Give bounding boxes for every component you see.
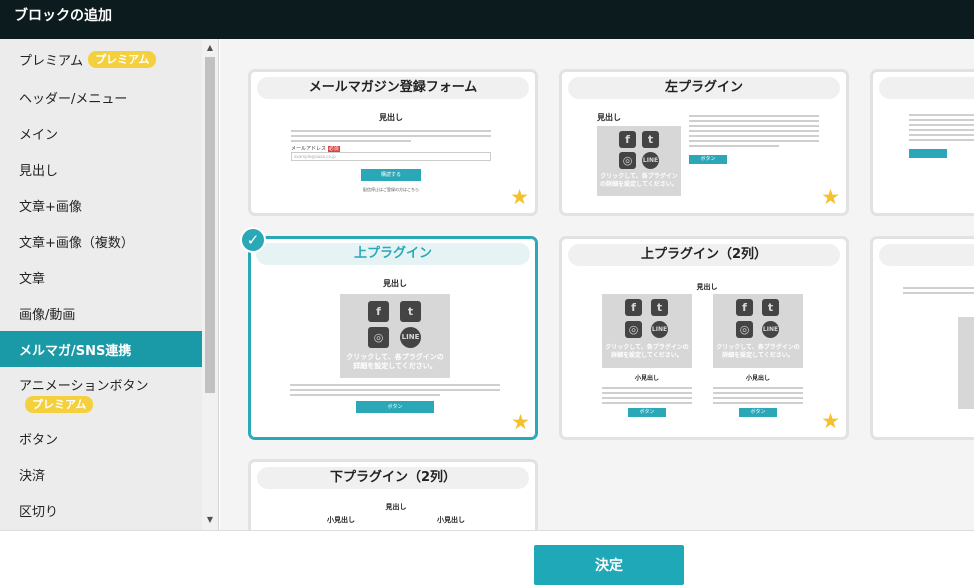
dialog-footer: 決定 [0, 530, 974, 587]
card-title: 上プラグイン [256, 243, 530, 265]
sidebar-item-button[interactable]: ボタン [0, 420, 202, 456]
preview-button: ボタン [689, 155, 727, 164]
instagram-icon: ◎ [619, 152, 636, 169]
sns-caption: クリックして、各プラグインの詳細を設定してください。 [716, 344, 800, 359]
card-preview: 見出し メールアドレス 必須 example@aaaa.co.jp 購読する 配… [291, 112, 491, 193]
sns-caption: クリックして、各プラグインの詳細を設定してください。 [605, 344, 689, 359]
twitter-icon: t [651, 299, 668, 316]
sidebar-item-mailmag-sns[interactable]: メルマガ/SNS連携 [0, 331, 202, 367]
block-card-bottom-plugin-2col[interactable]: 下プラグイン（2列） 見出し 小見出し 小見出し [248, 459, 538, 530]
sns-plugin-box: f t ◎ LINE クリックして、各プラグインの詳細を設定してください。 [602, 294, 692, 368]
facebook-icon: f [736, 299, 753, 316]
preview-subheading: 小見出し [634, 375, 659, 382]
sns-plugin-box: f t ◎ LINE クリックして、各プラグインの詳細を設定してください。 [340, 294, 450, 378]
email-field: example@aaaa.co.jp [291, 152, 491, 161]
block-card-top-plugin-2col[interactable]: 上プラグイン（2列） 見出し f t ◎ LINE クリックして、各プラグインの… [559, 236, 849, 440]
submit-button[interactable]: 決定 [534, 545, 684, 585]
block-card-mail-form[interactable]: メールマガジン登録フォーム 見出し メールアドレス 必須 example@aaa… [248, 69, 538, 216]
sidebar-item-text-image[interactable]: 文章+画像 [0, 187, 202, 223]
twitter-icon: t [762, 299, 779, 316]
star-icon: ★ [511, 410, 530, 434]
facebook-icon: f [625, 299, 642, 316]
preview-button: ボタン [739, 408, 777, 417]
line-icon: LINE [642, 152, 659, 169]
facebook-icon: f [368, 301, 389, 322]
scroll-up-icon[interactable]: ▲ [202, 41, 218, 55]
sidebar-scrollbar[interactable]: ▲ ▼ [202, 39, 218, 530]
sidebar-item-image-video[interactable]: 画像/動画 [0, 295, 202, 331]
preview-heading: 見出し [379, 113, 403, 122]
line-icon: LINE [651, 321, 668, 338]
card-preview: 見出し 小見出し 小見出し [281, 502, 511, 524]
preview-subheading: 小見出し [437, 516, 465, 524]
block-card-top-plugin[interactable]: 上プラグイン 見出し f t ◎ LINE クリックして、各プラグインの詳細を設… [248, 236, 538, 440]
sidebar-item-heading[interactable]: 見出し [0, 151, 202, 187]
card-title: 上プラグイン（2列） [568, 244, 840, 266]
facebook-icon: f [619, 131, 636, 148]
unsubscribe-note: 配信停止はご登録の方はこちら [363, 187, 419, 192]
sns-caption: クリックして、各プラグインの詳細を設定してください。 [346, 353, 444, 370]
instagram-icon: ◎ [625, 321, 642, 338]
subscribe-button: 購読する [361, 169, 421, 181]
card-title: メールマガジン登録フォーム [257, 77, 529, 99]
twitter-icon: t [400, 301, 421, 322]
sidebar-item-header-menu[interactable]: ヘッダー/メニュー [0, 79, 202, 115]
block-gallery: メールマガジン登録フォーム 見出し メールアドレス 必須 example@aaa… [220, 39, 974, 530]
card-title: 下プラグイン（2列） [257, 467, 529, 489]
card-title: 左プラグイン [568, 77, 840, 99]
preview-subheading: 小見出し [327, 516, 355, 524]
preview-button: ボタン [356, 401, 434, 413]
block-card-left-plugin[interactable]: 左プラグイン 見出し f t ◎ LINE クリックして、各プラグインの詳細を設… [559, 69, 849, 216]
star-icon: ★ [510, 185, 529, 209]
card-preview: 見出し f t ◎ LINE クリックして、各プラグインの詳細を設定してください… [592, 282, 822, 432]
dialog-title: ブロックの追加 [0, 0, 974, 39]
preview-heading: 見出し [383, 279, 407, 288]
line-icon: LINE [762, 321, 779, 338]
preview-subheading: 小見出し [745, 375, 770, 382]
premium-badge: プレミアム [88, 50, 157, 68]
sidebar-item-text-image-multi[interactable]: 文章+画像（複数） [0, 223, 202, 259]
sidebar-item-text[interactable]: 文章 [0, 259, 202, 295]
required-badge: 必須 [327, 146, 340, 152]
sidebar-item-main[interactable]: メイン [0, 115, 202, 151]
sns-caption: クリックして、各プラグインの詳細を設定してください。 [600, 173, 678, 188]
premium-badge: プレミアム [25, 395, 94, 413]
sns-plugin-box: f t ◎ LINE クリックして、各プラグインの詳細を設定してください。 [597, 126, 681, 196]
sidebar-item-divider[interactable]: 区切り [0, 492, 202, 528]
card-preview: 見出し f t ◎ LINE クリックして、各プラグインの詳細を設定してください… [280, 278, 510, 428]
sidebar-item-payment[interactable]: 決済 [0, 456, 202, 492]
scroll-thumb[interactable] [205, 57, 215, 393]
sidebar-item-premium[interactable]: プレミアム プレミアム [0, 39, 202, 79]
instagram-icon: ◎ [368, 327, 389, 348]
category-sidebar: プレミアム プレミアム ヘッダー/メニュー メイン 見出し 文章+画像 文章+画像… [0, 39, 219, 530]
block-card-partial[interactable] [870, 236, 974, 440]
sidebar-item-animation-button[interactable]: アニメーションボタン プレミアム [0, 367, 202, 420]
preview-heading: 見出し [385, 503, 407, 511]
scroll-down-icon[interactable]: ▼ [202, 513, 218, 527]
twitter-icon: t [642, 131, 659, 148]
line-icon: LINE [400, 327, 421, 348]
sns-plugin-box: f t ◎ LINE クリックして、各プラグインの詳細を設定してください。 [713, 294, 803, 368]
star-icon: ★ [821, 185, 840, 209]
preview-button: ボタン [628, 408, 666, 417]
field-label: メールアドレス [291, 146, 327, 152]
preview-heading: 見出し [696, 283, 718, 291]
check-icon: ✓ [240, 227, 266, 253]
instagram-icon: ◎ [736, 321, 753, 338]
card-preview: 見出し f t ◎ LINE クリックして、各プラグインの詳細を設定してください… [597, 112, 827, 202]
block-card-partial[interactable] [870, 69, 974, 216]
star-icon: ★ [821, 409, 840, 433]
